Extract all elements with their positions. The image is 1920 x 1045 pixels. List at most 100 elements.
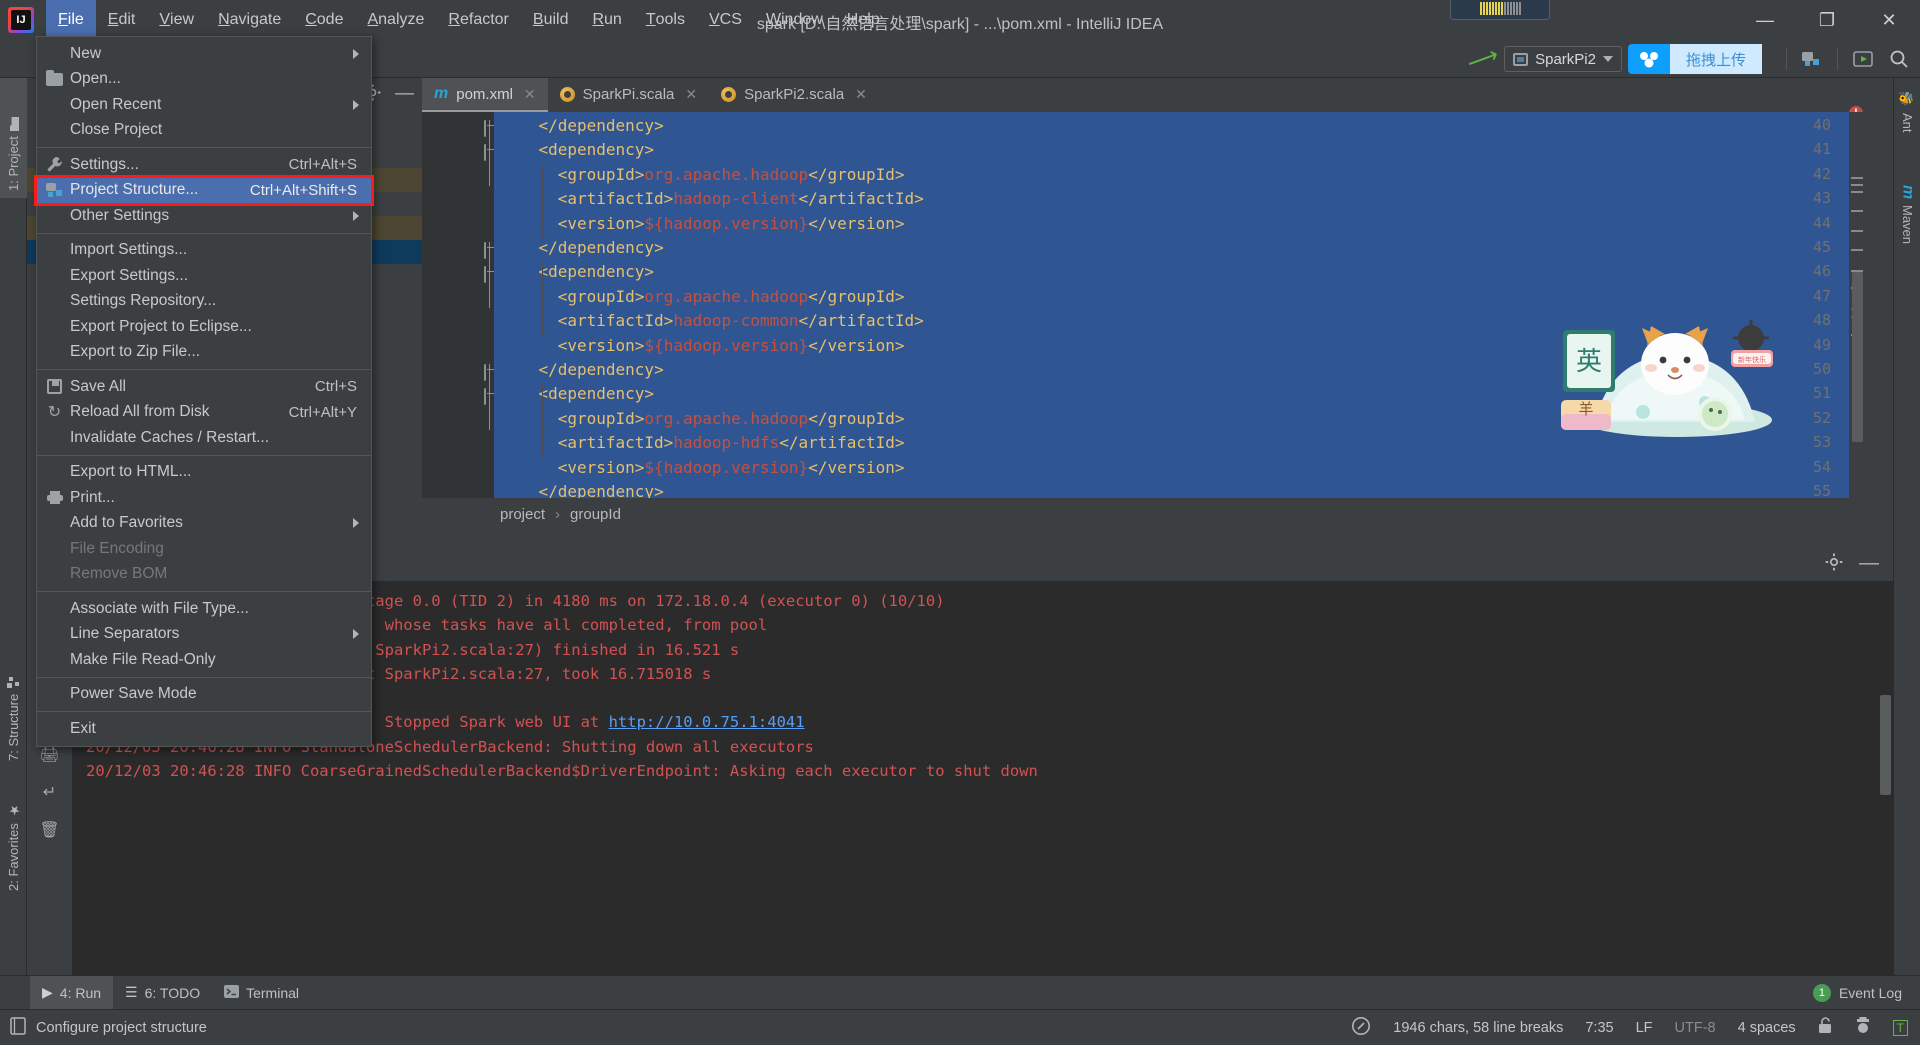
menubar-item-file[interactable]: File: [46, 0, 96, 40]
menu-item-label: Make File Read-Only: [70, 650, 216, 668]
close-button[interactable]: ✕: [1858, 0, 1920, 40]
bottom-tab-todo[interactable]: ☰ 6: TODO: [113, 976, 212, 1010]
menubar-item-build[interactable]: Build: [521, 0, 581, 40]
menubar-item-edit[interactable]: Edit: [96, 0, 148, 40]
baidu-upload-button[interactable]: 拖拽上传: [1627, 44, 1776, 74]
menu-item-export-to-html[interactable]: Export to HTML...: [37, 460, 371, 486]
indent-label[interactable]: 4 spaces: [1738, 1020, 1796, 1036]
breadcrumb-item-groupid[interactable]: groupId: [570, 506, 621, 523]
menu-item-power-save-mode[interactable]: Power Save Mode: [37, 682, 371, 708]
unlock-icon[interactable]: [1818, 1017, 1833, 1038]
menubar-item-refactor[interactable]: Refactor: [436, 0, 520, 40]
editor-scrollbar-thumb[interactable]: [1852, 272, 1863, 442]
caret-position-label[interactable]: 7:35: [1585, 1020, 1613, 1036]
close-icon[interactable]: ✕: [855, 86, 867, 103]
menu-item-make-file-read-only[interactable]: Make File Read-Only: [37, 647, 371, 673]
console-scrollbar-thumb[interactable]: [1880, 695, 1891, 795]
menu-item-new[interactable]: New: [37, 41, 371, 67]
sidebar-item-project[interactable]: 1: Project: [0, 78, 27, 198]
search-icon[interactable]: [1884, 44, 1914, 74]
menu-item-project-structure[interactable]: Project Structure... Ctrl+Alt+Shift+S: [34, 174, 374, 206]
tomcat-icon[interactable]: T: [1892, 1019, 1908, 1036]
intellij-window: FileEditViewNavigateCodeAnalyzeRefactorB…: [0, 0, 1920, 1045]
line-separator-label[interactable]: LF: [1636, 1020, 1653, 1036]
maximize-button[interactable]: ❐: [1796, 0, 1858, 40]
inspections-icon[interactable]: [1351, 1016, 1371, 1040]
menubar-item-run[interactable]: Run: [580, 0, 633, 40]
menubar-item-code[interactable]: Code: [293, 0, 355, 40]
menu-item-reload-all-from-disk[interactable]: ↻ Reload All from Disk Ctrl+Alt+Y: [37, 400, 371, 426]
menubar-item-analyze[interactable]: Analyze: [355, 0, 436, 40]
fold-toggle-icon[interactable]: [484, 388, 497, 406]
editor-tab-sparkpi2-scala[interactable]: SparkPi2.scala ✕: [709, 78, 879, 112]
run-config-label: SparkPi2: [1535, 50, 1596, 68]
menu-item-other-settings[interactable]: Other Settings: [37, 203, 371, 229]
line-number: 49: [1812, 335, 1831, 354]
menu-item-print[interactable]: Print...: [37, 485, 371, 511]
menu-item-save-all[interactable]: Save All Ctrl+S: [37, 374, 371, 400]
toolbar-right-group: ⟶ SparkPi2 拖拽上传: [1463, 40, 1914, 78]
xml-value: hadoop-hdfs: [673, 433, 780, 453]
menu-item-shortcut: Ctrl+Alt+Y: [288, 403, 357, 421]
project-structure-toolbar-icon[interactable]: [1797, 44, 1827, 74]
menu-item-export-project-to-eclipse[interactable]: Export Project to Eclipse...: [37, 314, 371, 340]
build-hammer-icon[interactable]: ⟶: [1463, 41, 1502, 76]
menu-item-label: Print...: [70, 488, 115, 506]
close-icon[interactable]: ✕: [524, 86, 536, 103]
code-editor[interactable]: </dependency> <dependency> <groupId>org.ap…: [422, 112, 1865, 498]
editor-tab-pom-xml[interactable]: m pom.xml ✕: [422, 78, 548, 112]
project-structure-icon: [45, 181, 64, 200]
fold-toggle-icon[interactable]: [484, 120, 497, 137]
menubar-item-view[interactable]: View: [147, 0, 206, 40]
console-log-text: 20/12/03 20:46:28 INFO CoarseGrainedSche…: [86, 762, 1038, 781]
editor-scrollbar[interactable]: [1849, 112, 1865, 498]
run-icon[interactable]: [1848, 44, 1878, 74]
menu-item-add-to-favorites[interactable]: Add to Favorites: [37, 511, 371, 537]
menu-item-exit[interactable]: Exit: [37, 716, 371, 742]
menu-item-export-settings[interactable]: Export Settings...: [37, 263, 371, 289]
menu-item-export-to-zip-file[interactable]: Export to Zip File...: [37, 340, 371, 366]
trash-icon[interactable]: 🗑: [39, 819, 61, 841]
menu-item-import-settings[interactable]: Import Settings...: [37, 238, 371, 264]
menubar-item-tools[interactable]: Tools: [634, 0, 697, 40]
menubar-item-vcs[interactable]: V CS: [697, 0, 754, 40]
menu-item-close-project[interactable]: Close Project: [37, 118, 371, 144]
menubar-item-navigate[interactable]: Navigate: [206, 0, 293, 40]
fold-toggle-icon[interactable]: [484, 144, 497, 162]
breadcrumb-item-project[interactable]: project: [500, 506, 545, 523]
sidebar-item-ant[interactable]: 🐝 Ant: [1894, 84, 1920, 164]
menu-item-line-separators[interactable]: Line Separators: [37, 622, 371, 648]
hector-icon[interactable]: [1855, 1016, 1871, 1039]
run-configuration-selector[interactable]: SparkPi2: [1504, 46, 1622, 72]
line-number: 45: [1812, 238, 1831, 256]
menu-item-open-recent[interactable]: Open Recent: [37, 92, 371, 118]
menu-item-invalidate-caches-restart[interactable]: Invalidate Caches / Restart...: [37, 425, 371, 451]
fold-toggle-icon[interactable]: [484, 266, 497, 284]
sidebar-item-maven[interactable]: m Maven: [1894, 178, 1920, 288]
menu-item-settings[interactable]: Settings... Ctrl+Alt+S: [37, 152, 371, 178]
line-number: 52: [1812, 408, 1831, 427]
gear-icon[interactable]: [1825, 553, 1843, 574]
encoding-label[interactable]: UTF-8: [1675, 1020, 1716, 1036]
event-log-button[interactable]: 1 Event Log: [1812, 983, 1902, 1002]
fold-toggle-icon[interactable]: [484, 242, 497, 259]
close-icon[interactable]: ✕: [685, 86, 697, 103]
menu-item-associate-with-file-type[interactable]: Associate with File Type...: [37, 596, 371, 622]
file-menu-popup[interactable]: New Open... Open Recent Close Project Settin…: [34, 36, 374, 747]
fold-toggle-icon[interactable]: [484, 364, 497, 381]
editor-tab-sparkpi-scala[interactable]: SparkPi.scala ✕: [548, 78, 709, 112]
menu-item-settings-repository[interactable]: Settings Repository...: [37, 289, 371, 315]
soft-wrap-icon[interactable]: ↵: [39, 781, 61, 803]
hide-console-icon[interactable]: —: [1859, 552, 1879, 575]
sidebar-item-favorites[interactable]: 2: Favorites ★: [0, 778, 27, 898]
bottom-tab-run[interactable]: ▶ 4: Run: [30, 975, 114, 1010]
console-link[interactable]: http://10.0.75.1:4041: [609, 713, 805, 731]
right-tool-window-strip: 🐝 Ant m Maven: [1893, 78, 1920, 975]
menu-item-open[interactable]: Open...: [37, 67, 371, 93]
bottom-tab-terminal[interactable]: Terminal: [212, 976, 311, 1010]
minimize-button[interactable]: —: [1734, 0, 1796, 40]
sidebar-item-structure[interactable]: 7: Structure: [0, 638, 27, 768]
hide-panel-icon[interactable]: —: [395, 83, 414, 105]
xml-tag: <dependency>: [538, 140, 655, 160]
line-number: 44: [1812, 213, 1831, 232]
